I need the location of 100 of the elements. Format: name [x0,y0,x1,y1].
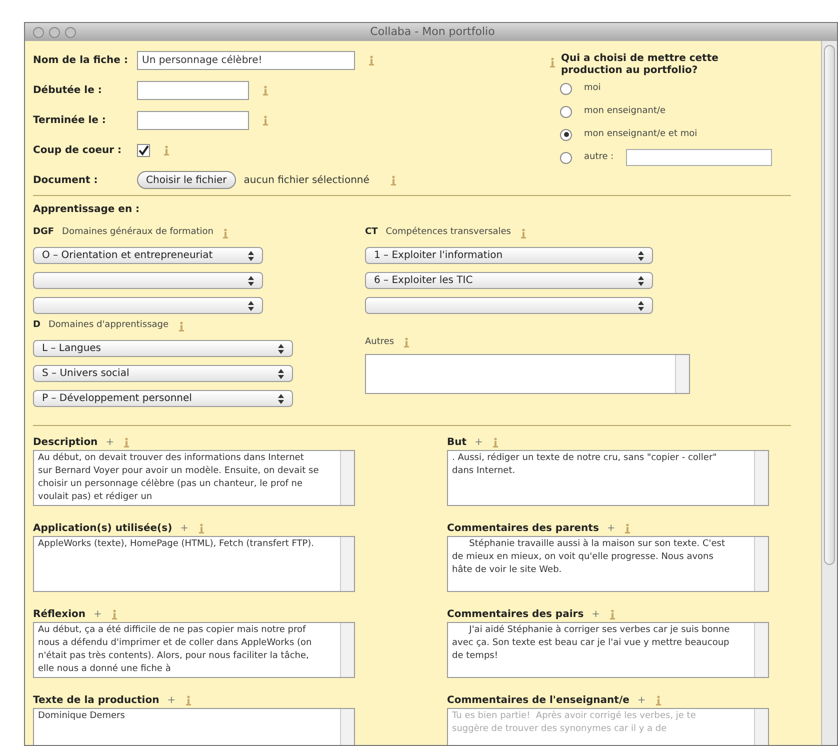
info-icon[interactable] [176,320,186,332]
stepper-icon [248,276,254,286]
add-toggle[interactable]: + [106,434,114,450]
text-field[interactable] [626,149,772,166]
field-label: Coup de coeur : [33,144,123,158]
add-toggle[interactable]: + [606,520,616,536]
section-label: Réflexion [33,608,86,622]
window-control-icon[interactable] [33,26,44,38]
stepper-icon [248,300,254,310]
group-code: D [33,319,40,332]
group-label: Domaines généraux de formation [62,226,214,240]
info-icon[interactable] [519,228,528,238]
dropdown[interactable] [33,272,263,289]
section-label: Application(s) utilisée(s) [33,522,172,536]
info-icon[interactable] [110,608,119,620]
info-icon[interactable] [162,144,171,156]
info-icon[interactable] [402,337,412,348]
text-field[interactable] [137,80,249,100]
text-area-content: Dominique Demers [38,710,126,723]
text-area[interactable]: Stéphanie travaille aussi à la maison sur son texte. C'est de mieux en mieux, on voit qu'elle progresse. Nous avons hâte de voir le site Web. [447,536,769,592]
radio-button[interactable] [560,106,572,118]
group-code: CT [365,226,378,240]
add-toggle[interactable]: + [592,606,600,622]
field-label: Nom de la fiche : [33,54,129,68]
scrollbar[interactable] [821,41,837,745]
text-area-content: . Aussi, rédiger un texte de notre cru, sans "copier - coller" dans Internet. [452,452,718,478]
radio-button[interactable] [560,82,572,94]
radio-button[interactable] [560,152,572,164]
info-icon[interactable] [261,84,270,96]
text-field[interactable] [137,110,249,130]
text-area[interactable]: . Aussi, rédiger un texte de notre cru, sans "copier - coller" dans Internet. [447,450,769,506]
stepper-icon [638,250,644,260]
section-label: Description [33,436,98,450]
checkmark-icon [138,144,149,156]
info-icon[interactable] [367,54,376,66]
text-area-content: Au début, ça a été difficile de ne pas copier mais notre prof nous a défendu d'imprimer et de coller dans AppleWorks (on n'était pas très contents). Alors, pour nous faciliter la tâche, elle nous a donné une fiche à [38,624,313,676]
checkbox[interactable] [137,144,150,156]
dropdown[interactable]: 6 – Exploiter les TIC [365,272,653,289]
info-icon[interactable] [654,694,663,706]
info-icon[interactable] [122,436,132,448]
text-area[interactable]: AppleWorks (texte), HomePage (HTML), Fetch (transfert FTP). [33,536,355,592]
text-area-content: J'ai aidé Stéphanie à corriger ses verbes car je suis bonne avec ça. Son texte est beau car je l'ai vue y mettre beaucoup de temps! [452,624,731,663]
info-icon[interactable] [184,694,193,706]
dropdown[interactable]: S – Univers social [33,365,293,382]
field-label: Débutée le : [33,84,103,98]
window-title: Collaba - Mon portfolio [369,24,496,40]
section-label: Commentaires de l'enseignant/e [447,694,630,708]
info-icon[interactable] [490,436,500,448]
text-area-content: Au début, on devait trouver des informations dans Internet sur Bernard Voyer pour avoir un modèle. Ensuite, on devait se choisir un personnage célèbre (pas un chanteur, le prof ne voulait pas) et rédiger un [38,452,320,504]
info-icon[interactable] [196,522,206,534]
text-area[interactable]: Dominique Demers [33,708,355,745]
radio-button[interactable] [560,128,572,140]
section-label: Commentaires des pairs [447,608,584,622]
window-control-icon[interactable] [65,26,76,38]
field-label: Terminée le : [33,114,107,128]
info-icon[interactable] [221,228,230,238]
dropdown[interactable]: O – Orientation et entrepreneuriat [33,247,263,264]
add-toggle[interactable]: + [474,434,483,450]
dropdown[interactable] [33,297,263,314]
scrollbar[interactable] [340,623,354,677]
add-toggle[interactable]: + [637,692,646,708]
text-area[interactable]: J'ai aidé Stéphanie à corriger ses verbes car je suis bonne avec ça. Son texte est beau car je l'ai vue y mettre beaucoup de temps! [447,622,769,678]
info-icon[interactable] [548,57,557,68]
stepper-icon [278,394,284,404]
add-toggle[interactable]: + [180,520,189,536]
stepper-icon [278,344,284,354]
dropdown[interactable]: L – Langues [33,340,293,357]
window-control-icon[interactable] [49,26,60,38]
group-label: Domaines d'apprentissage [48,319,169,332]
radio-label: moi [584,82,601,95]
scrollbar[interactable] [340,537,354,591]
question-text: Qui a choisi de mettre cette production au portfolio? [561,53,720,77]
text-area[interactable] [33,450,355,506]
scrollbar[interactable] [754,451,768,505]
text-field[interactable]: Un personnage célèbre! [137,50,355,70]
radio-label: mon enseignant/e [584,104,666,118]
section-label: But [447,436,467,450]
text-area-content: Stéphanie travaille aussi à la maison sur son texte. C'est de mieux en mieux, on voit qu'elle progresse. Nous avons hâte de voir le site Web. [452,538,726,577]
text-area[interactable] [33,622,355,678]
choose-file-button[interactable]: Choisir le fichier [137,171,236,189]
field-label: Autres [365,336,394,349]
info-icon[interactable] [623,522,632,534]
dropdown[interactable] [365,297,653,314]
radio-label: autre : [584,150,614,164]
file-status: aucun fichier sélectionné [244,174,370,188]
scrollbar[interactable] [340,451,354,505]
text-area-content: AppleWorks (texte), HomePage (HTML), Fetch (transfert FTP). [38,538,316,551]
scrollbar[interactable] [754,623,768,677]
dropdown[interactable]: P – Développement personnel [33,390,293,407]
stepper-icon [638,300,644,310]
scrollbar[interactable] [754,537,768,591]
dropdown[interactable]: 1 – Exploiter l'information [365,247,653,264]
add-toggle[interactable]: + [94,606,102,622]
info-icon[interactable] [389,174,398,186]
group-label: Compétences transversales [386,226,511,240]
add-toggle[interactable]: + [167,692,176,708]
scrollbar[interactable] [675,354,689,392]
info-icon[interactable] [608,608,618,620]
section-title: Apprentissage en : [33,203,141,217]
info-icon[interactable] [261,114,270,126]
